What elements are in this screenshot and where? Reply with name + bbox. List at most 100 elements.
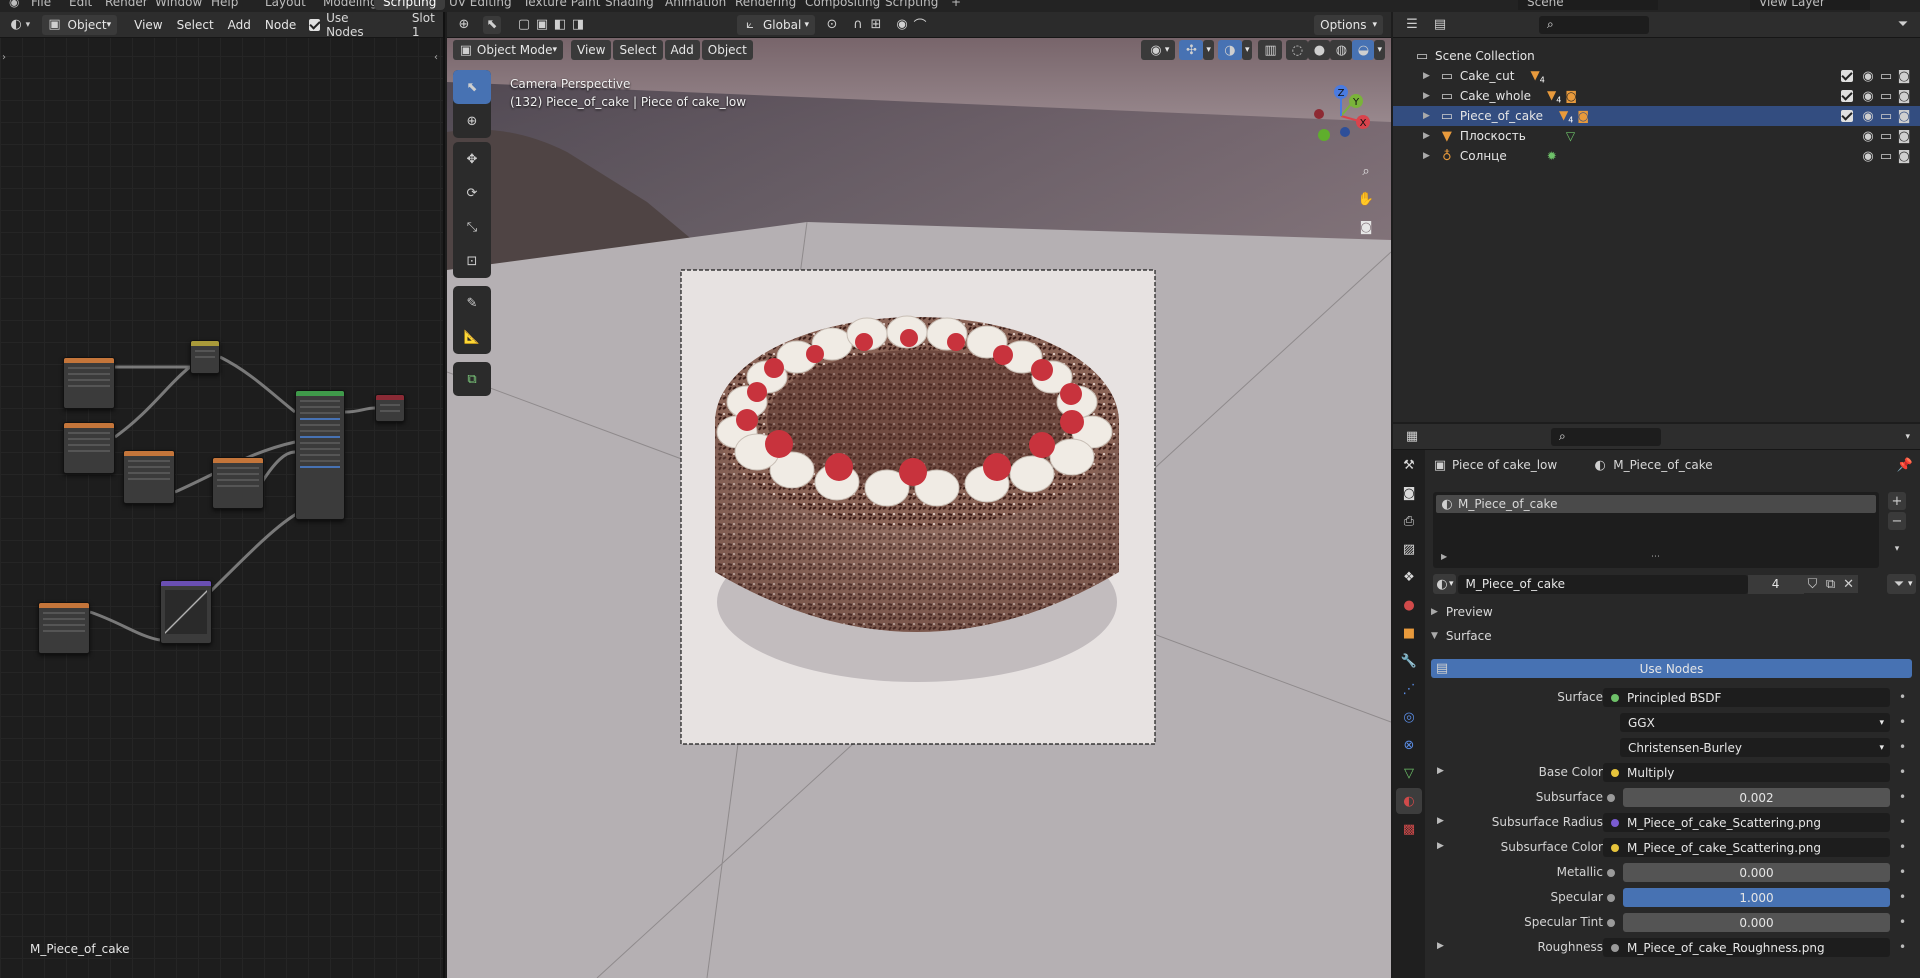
distribution-dropdown[interactable]: Christensen-Burley ▾ (1620, 738, 1890, 757)
chevron-down-icon[interactable]: ▾ (1905, 432, 1910, 442)
tab-object[interactable]: ■ (1396, 620, 1422, 646)
fake-user-shield-icon[interactable]: ⛉ (1803, 575, 1822, 593)
eye-icon[interactable]: ◉ (1859, 87, 1877, 105)
expand-arrow-icon[interactable]: ▶ (1423, 71, 1430, 81)
property-value-field[interactable]: Multiply (1603, 763, 1890, 782)
keyframe-dot-icon[interactable]: • (1899, 915, 1906, 929)
pivot-point-icon[interactable]: ⊙ (823, 16, 841, 34)
tab-modifiers[interactable]: 🔧 (1396, 648, 1422, 674)
unlink-close-icon[interactable]: ✕ (1839, 575, 1858, 593)
camera-render-icon[interactable]: ◙ (1895, 147, 1913, 165)
editor-type-icon[interactable]: ⊕ (455, 16, 473, 34)
outliner-row-cake-cut[interactable]: ▶ ▭ Cake_cut ▼4 ◉ ▭ ◙ (1393, 66, 1920, 86)
menu-select[interactable]: Select (613, 40, 663, 60)
camera-render-icon[interactable]: ◙ (1895, 67, 1913, 85)
tab-render[interactable]: ◙ (1396, 480, 1422, 506)
shading-rendered-button[interactable]: ◒ (1352, 40, 1375, 60)
select-box-mode-icon[interactable]: ▢ (515, 16, 533, 34)
tab-world[interactable]: ● (1396, 592, 1422, 618)
display-mode-icon[interactable]: ▤ (1431, 16, 1449, 34)
tab-rendering[interactable]: Rendering (726, 0, 805, 10)
annotate-tool[interactable]: ✎ (453, 286, 491, 320)
image-texture-node[interactable] (38, 602, 90, 654)
browse-material-button[interactable]: ◐ ▾ (1433, 574, 1456, 594)
material-slot-item[interactable]: ◐ M_Piece_of_cake (1436, 495, 1876, 513)
expand-arrow-icon[interactable]: ▶ (1423, 151, 1430, 161)
scale-tool[interactable]: ⤡ (453, 210, 491, 244)
shader-node-editor[interactable]: ◐ ▾ ▣ Object ▾ View Select Add Node Use … (0, 11, 445, 978)
resize-grip-icon[interactable]: ⋯ (1651, 552, 1660, 562)
socket-dot-icon[interactable] (1611, 819, 1619, 827)
tab-scripting-active[interactable]: Scripting (374, 0, 446, 10)
add-slot-button[interactable]: + (1888, 492, 1906, 510)
outliner-row-cake-whole[interactable]: ▶ ▭ Cake_whole ▼4 ◙ ◉ ▭ ◙ (1393, 86, 1920, 106)
outliner-row-sun[interactable]: ▶ ♁ Солнце ✹ ◉ ▭ ◙ (1393, 146, 1920, 166)
preview-panel-header[interactable]: ▶ Preview (1431, 602, 1493, 622)
keyframe-dot-icon[interactable]: • (1899, 790, 1906, 804)
outliner-row-plane[interactable]: ▶ ▼ Плоскость ▽ ◉ ▭ ◙ (1393, 126, 1920, 146)
keyframe-dot-icon[interactable]: • (1899, 865, 1906, 879)
monitor-icon[interactable]: ▭ (1877, 147, 1895, 165)
snap-increment-icon[interactable]: ⊞ (867, 16, 885, 34)
xray-toggle[interactable]: ▥ (1258, 40, 1283, 60)
tab-scripting[interactable]: Scripting (876, 0, 947, 10)
monitor-icon[interactable]: ▭ (1877, 87, 1895, 105)
property-value-field[interactable]: Principled BSDF (1603, 688, 1890, 707)
add-workspace-button[interactable]: + (942, 0, 970, 10)
socket-dot-icon[interactable] (1611, 944, 1619, 952)
eye-icon[interactable]: ◉ (1859, 107, 1877, 125)
tab-constraints[interactable]: ⊗ (1396, 732, 1422, 758)
outliner-editor-type-icon[interactable]: ☰ (1403, 16, 1421, 34)
shading-wireframe-button[interactable]: ◌ (1286, 40, 1309, 60)
snap-icon[interactable]: ∩ (849, 16, 867, 34)
socket-dot-icon[interactable] (1607, 794, 1615, 802)
outliner-row-piece-of-cake[interactable]: ▶ ▭ Piece_of_cake ▼4 ◙ ◉ ▭ ◙ (1393, 106, 1920, 126)
slot-specials-dropdown[interactable]: ▾ (1888, 540, 1906, 558)
tab-uv-editing[interactable]: UV Editing (440, 0, 521, 10)
keyframe-dot-icon[interactable]: • (1899, 765, 1906, 779)
3d-viewport[interactable]: ⊕ ⬉ ▢ ▣ ◧ ◨ ⟀ Global ▾ ⊙ ∩ ⊞ ◉ ⌒ Options… (447, 12, 1391, 978)
camera-render-icon[interactable]: ◙ (1895, 87, 1913, 105)
overlays-toggle[interactable]: ◑ (1217, 40, 1242, 60)
proportional-editing-icon[interactable]: ◉ (893, 16, 911, 34)
image-texture-node[interactable] (63, 422, 115, 474)
monitor-icon[interactable]: ▭ (1877, 107, 1895, 125)
pin-icon[interactable]: 📌 (1896, 456, 1914, 474)
property-value-field[interactable]: 0.002 (1623, 788, 1890, 807)
duplicate-material-icon[interactable]: ⧉ (1821, 575, 1840, 593)
rgb-curves-node[interactable] (160, 580, 212, 644)
keyframe-dot-icon[interactable]: • (1899, 690, 1906, 704)
gizmo-toggle[interactable]: ✣ (1179, 40, 1204, 60)
overlays-dropdown[interactable]: ▾ (1241, 40, 1253, 60)
shading-dropdown[interactable]: ▾ (1374, 40, 1385, 60)
camera-render-icon[interactable]: ◙ (1895, 107, 1913, 125)
principled-bsdf-node[interactable] (295, 390, 345, 520)
material-name-field[interactable]: M_Piece_of_cake (1457, 574, 1748, 594)
select-subtract-mode-icon[interactable]: ◧ (551, 16, 569, 34)
tab-animation[interactable]: Animation (656, 0, 735, 10)
move-tool[interactable]: ✥ (453, 142, 491, 176)
menu-view[interactable]: View (571, 40, 612, 60)
keyframe-dot-icon[interactable]: • (1899, 840, 1906, 854)
tab-scene[interactable]: ❖ (1396, 564, 1422, 590)
image-texture-node[interactable] (63, 357, 115, 409)
image-texture-node[interactable] (212, 457, 264, 509)
socket-dot-icon[interactable] (1611, 694, 1619, 702)
mapping-node[interactable] (190, 340, 220, 374)
camera-render-icon[interactable]: ◙ (1895, 127, 1913, 145)
expand-arrow-icon[interactable]: ▶ (1441, 552, 1447, 561)
surface-panel-header[interactable]: ▼ Surface (1431, 626, 1492, 646)
add-cube-tool[interactable]: ⧉ (453, 362, 491, 396)
tab-layout[interactable]: Layout (256, 0, 315, 10)
exclude-checkbox[interactable] (1841, 90, 1853, 102)
image-texture-node[interactable] (123, 450, 175, 504)
tab-shading[interactable]: Shading (596, 0, 663, 10)
monitor-icon[interactable]: ▭ (1877, 127, 1895, 145)
select-tool-icon[interactable]: ⬉ (483, 15, 501, 34)
property-value-field[interactable]: M_Piece_of_cake_Roughness.png (1603, 938, 1890, 957)
properties-search-input[interactable]: ⌕ (1551, 427, 1661, 446)
tab-physics[interactable]: ◎ (1396, 704, 1422, 730)
shading-solid-button[interactable]: ● (1308, 40, 1331, 60)
keyframe-dot-icon[interactable]: • (1899, 740, 1906, 754)
camera-view-icon[interactable]: ◙ (1357, 218, 1375, 236)
